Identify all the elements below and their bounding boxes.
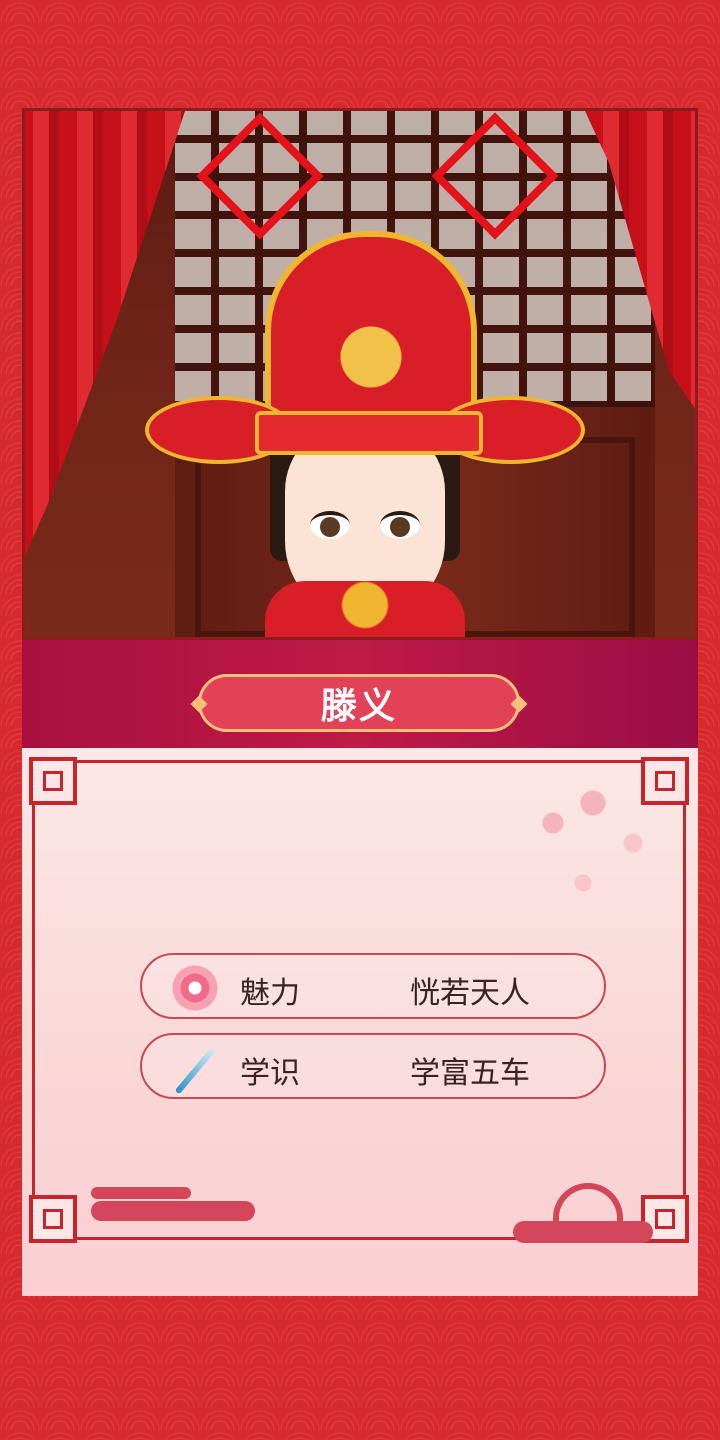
wedding-robe xyxy=(265,581,465,637)
cloud-decoration-left xyxy=(91,1187,255,1221)
brush-pen-icon xyxy=(172,1045,218,1091)
character-avatar xyxy=(145,181,585,637)
plum-blossom-icon xyxy=(172,965,218,1011)
stat-row-charm: 魅力 恍若天人 xyxy=(140,953,606,1019)
attributes-card: 魅力 恍若天人 学识 学富五车 xyxy=(22,748,698,1296)
stat-value: 学富五车 xyxy=(410,1056,530,1091)
character-profile-frame: 滕义 魅力 恍若天人 学识 学富五车 xyxy=(22,108,698,1296)
cloud-decoration-right xyxy=(513,1221,653,1243)
stat-label: 魅力 xyxy=(240,976,300,1011)
character-scene xyxy=(22,108,698,640)
name-banner: 滕义 xyxy=(22,640,698,748)
hat-band xyxy=(255,411,483,455)
name-plate: 滕义 xyxy=(198,674,520,732)
plum-branch-decoration xyxy=(523,783,673,923)
character-name: 滕义 xyxy=(320,686,397,727)
card-border: 魅力 恍若天人 学识 学富五车 xyxy=(29,757,689,1243)
sun-arc-decoration xyxy=(553,1183,623,1223)
stat-label: 学识 xyxy=(240,1056,300,1091)
stat-row-knowledge: 学识 学富五车 xyxy=(140,1033,606,1099)
stat-value: 恍若天人 xyxy=(410,976,530,1011)
